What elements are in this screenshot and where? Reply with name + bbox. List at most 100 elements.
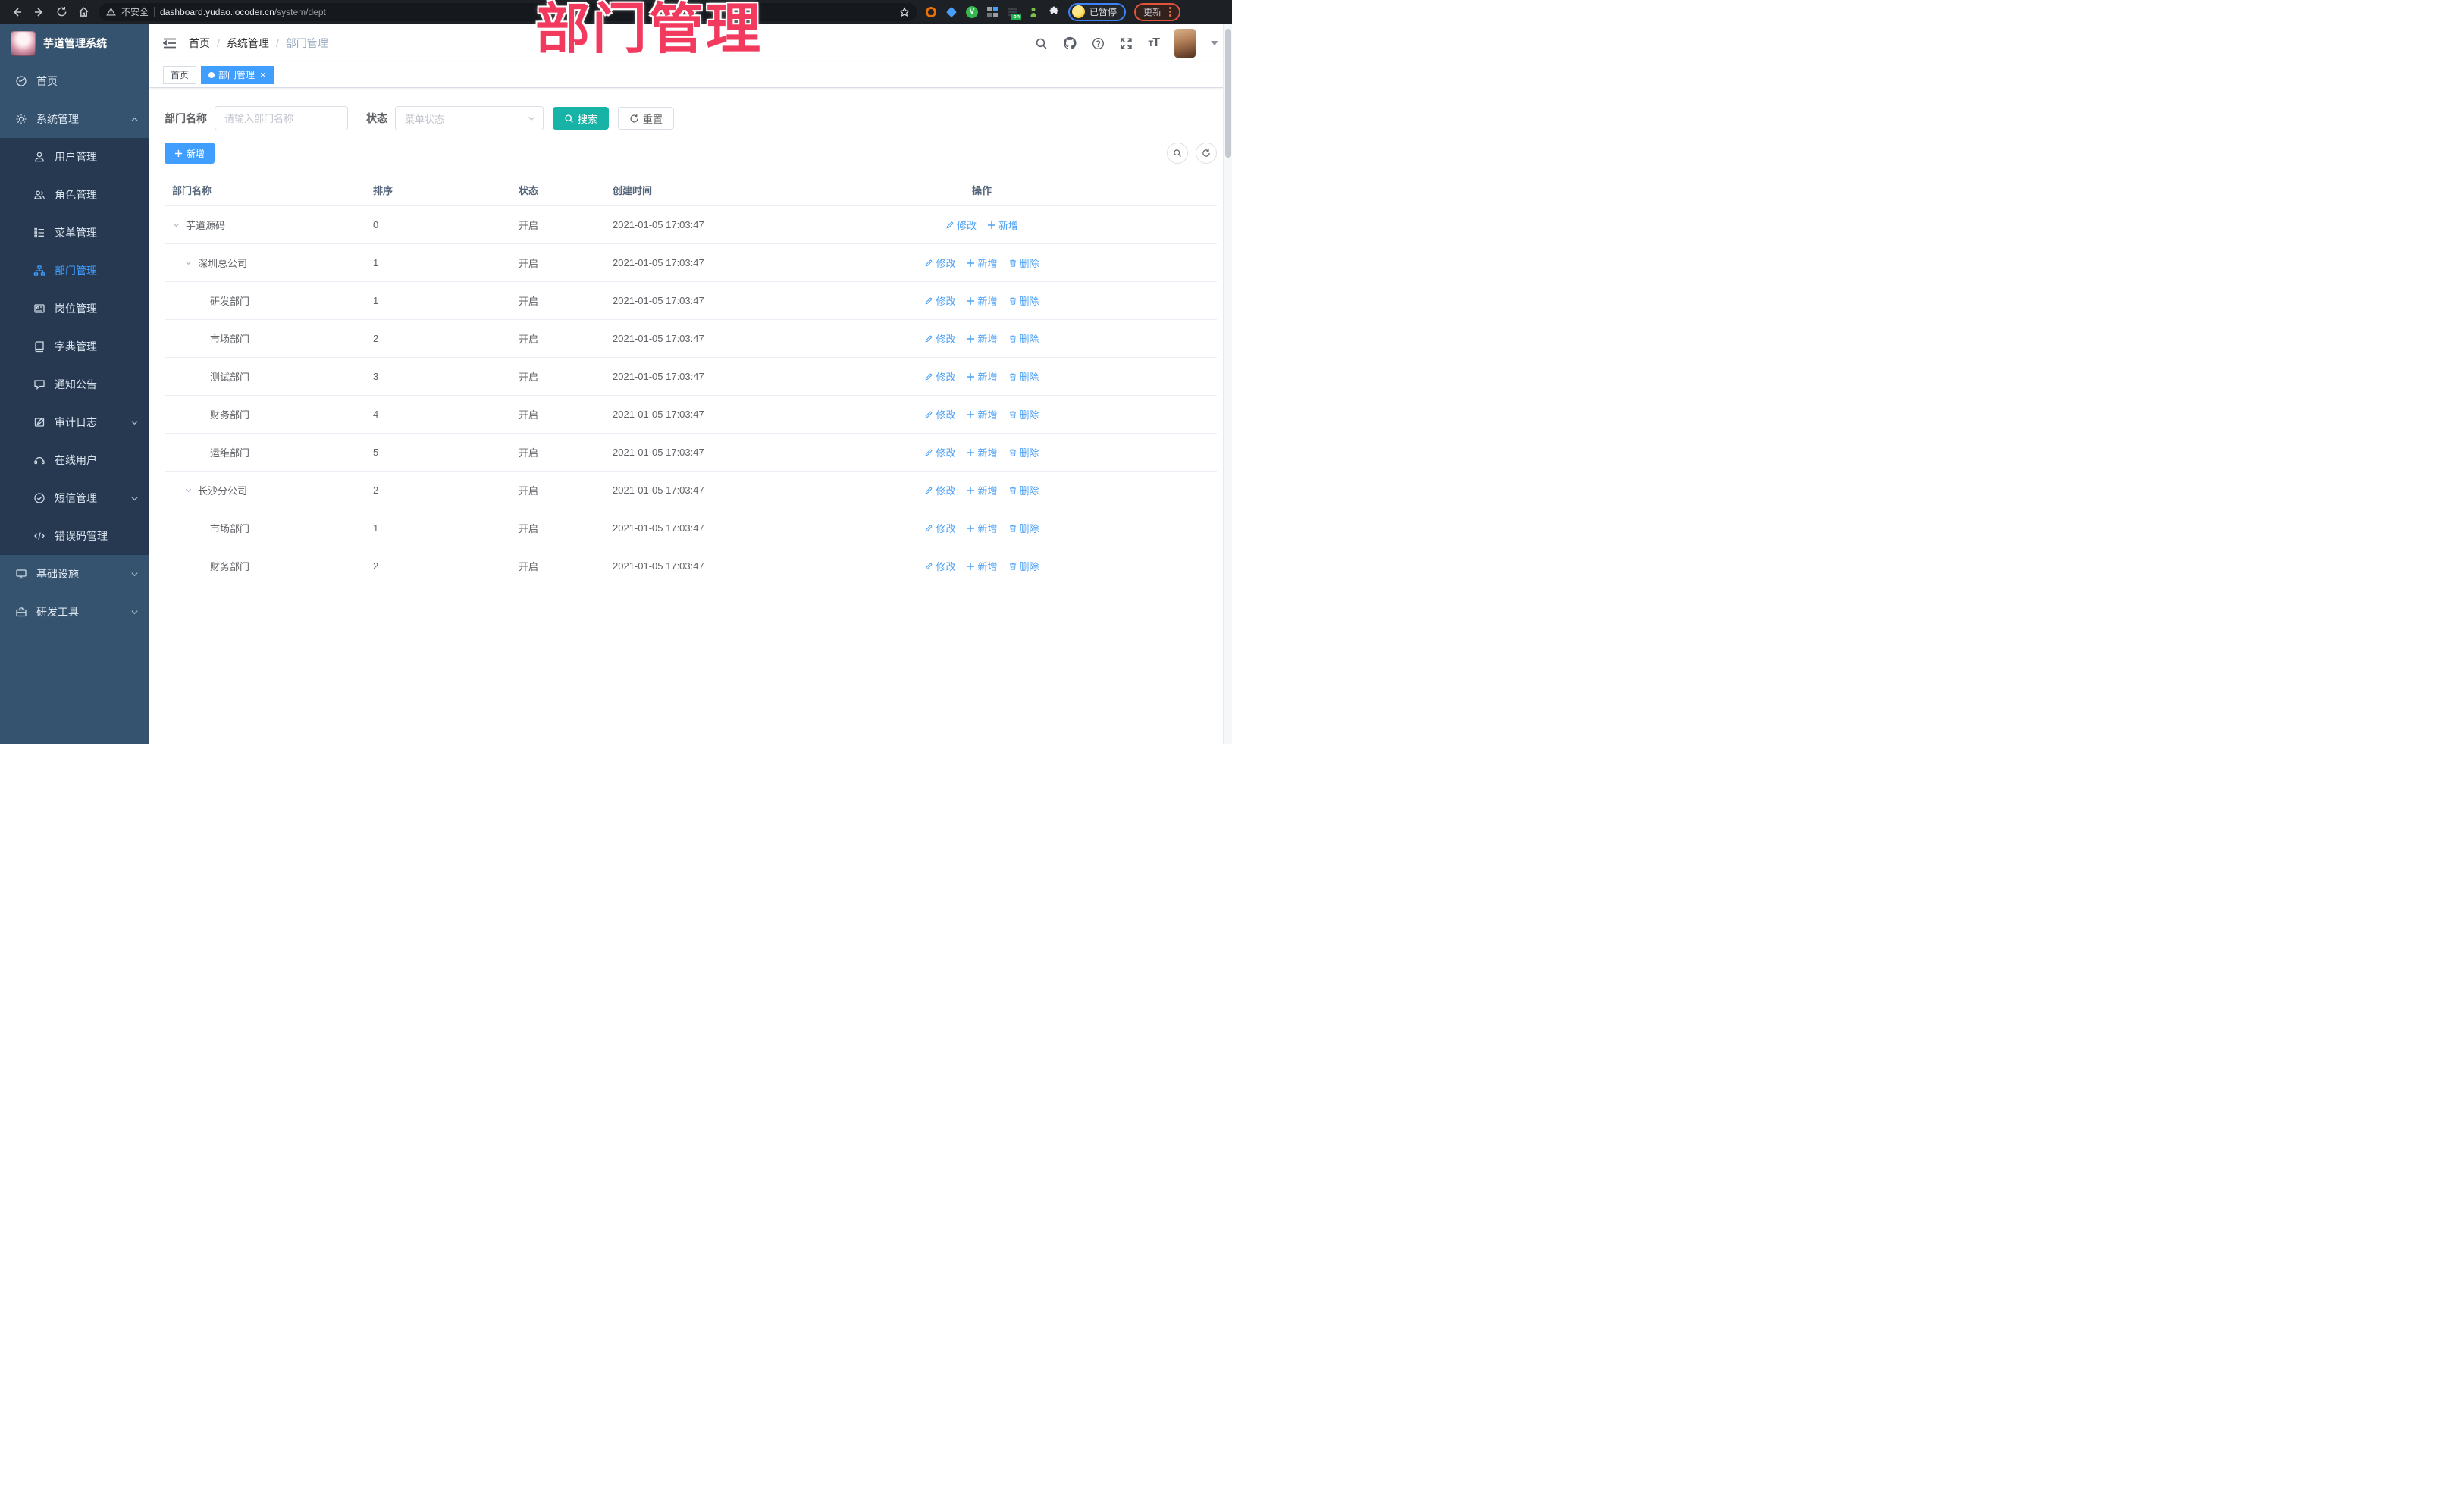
created-time-cell: 2021-01-05 17:03:47 [605, 433, 747, 472]
sort-cell: 0 [365, 205, 511, 244]
dev-tools-icon [15, 606, 27, 618]
extension-vue-devtools-icon[interactable]: V [966, 5, 978, 18]
created-time-cell: 2021-01-05 17:03:47 [605, 319, 747, 358]
tag-close-icon[interactable]: × [260, 70, 266, 80]
status-select[interactable]: 菜单状态 [395, 106, 544, 130]
extension-orange-icon[interactable] [925, 6, 937, 18]
sidebar-item-sms[interactable]: 短信管理 [0, 479, 149, 517]
modify-link[interactable]: 修改 [924, 293, 955, 308]
infrastructure-icon [15, 568, 27, 580]
delete-link[interactable]: 删除 [1008, 369, 1039, 384]
status-cell: 开启 [511, 243, 605, 282]
dept-name-input[interactable] [215, 106, 348, 130]
refresh-table-button[interactable] [1196, 143, 1217, 164]
extension-blue-icon[interactable] [945, 6, 958, 18]
sidebar-item-announcements[interactable]: 通知公告 [0, 365, 149, 403]
extensions-row: V on 已暂停 更新 [922, 2, 1183, 21]
delete-link[interactable]: 删除 [1008, 293, 1039, 308]
github-icon[interactable] [1063, 36, 1077, 50]
browser-profile-button[interactable]: 已暂停 [1068, 2, 1127, 21]
sidebar-item-error-codes[interactable]: 错误码管理 [0, 517, 149, 555]
sidebar-item-users[interactable]: 用户管理 [0, 138, 149, 176]
help-icon[interactable] [1092, 37, 1105, 50]
select-chevron-down-icon [527, 114, 536, 123]
add-child-link[interactable]: 新增 [966, 483, 998, 497]
add-child-link[interactable]: 新增 [966, 407, 998, 422]
breadcrumb: 首页 / 系统管理 / 部门管理 [189, 36, 328, 51]
add-child-link[interactable]: 新增 [966, 369, 998, 384]
modify-link[interactable]: 修改 [924, 407, 955, 422]
add-child-link[interactable]: 新增 [987, 218, 1018, 232]
tree-expand-icon[interactable] [184, 486, 195, 494]
browser-update-button[interactable]: 更新 [1134, 2, 1181, 21]
dept-name-cell: 市场部门 [210, 334, 250, 345]
delete-link[interactable]: 删除 [1008, 255, 1039, 270]
add-button[interactable]: 新增 [165, 143, 215, 164]
extension-green-figure-icon[interactable] [1027, 6, 1039, 18]
add-child-link[interactable]: 新增 [966, 445, 998, 459]
profile-label: 已暂停 [1089, 7, 1118, 17]
modify-link[interactable]: 修改 [924, 255, 955, 270]
sidebar-item-online-users[interactable]: 在线用户 [0, 441, 149, 479]
browser-back-icon[interactable] [11, 6, 23, 18]
modify-link[interactable]: 修改 [924, 559, 955, 573]
sidebar-item-system[interactable]: 系统管理 [0, 100, 149, 138]
breadcrumb-system[interactable]: 系统管理 [227, 36, 269, 51]
tag-departments[interactable]: 部门管理 × [201, 65, 274, 84]
extension-grid-icon[interactable] [986, 6, 998, 18]
search-button[interactable]: 搜索 [553, 107, 610, 130]
sidebar-item-posts[interactable]: 岗位管理 [0, 290, 149, 328]
sidebar-item-audit-log[interactable]: 审计日志 [0, 403, 149, 441]
add-child-link[interactable]: 新增 [966, 255, 998, 270]
breadcrumb-home[interactable]: 首页 [189, 36, 210, 51]
browser-reload-icon[interactable] [56, 6, 67, 17]
modify-link[interactable]: 修改 [924, 521, 955, 535]
delete-link[interactable]: 删除 [1008, 407, 1039, 422]
sidebar-item-home[interactable]: 首页 [0, 62, 149, 100]
bookmark-star-icon[interactable] [899, 6, 910, 17]
extension-switchyomega-icon[interactable]: on [1007, 6, 1021, 20]
modify-link[interactable]: 修改 [924, 445, 955, 459]
sidebar-item-departments[interactable]: 部门管理 [0, 252, 149, 290]
fullscreen-icon[interactable] [1120, 37, 1133, 50]
sidebar-item-roles[interactable]: 角色管理 [0, 176, 149, 214]
toggle-search-button[interactable] [1167, 143, 1188, 164]
modify-link[interactable]: 修改 [945, 218, 977, 232]
address-bar[interactable]: 不安全 dashboard.yudao.iocoder.cn/system/de… [99, 2, 917, 21]
header-search-icon[interactable] [1035, 37, 1048, 50]
add-child-link[interactable]: 新增 [966, 293, 998, 308]
reset-button[interactable]: 重置 [618, 107, 675, 130]
browser-home-icon[interactable] [78, 6, 89, 17]
sidebar-item-dictionary[interactable]: 字典管理 [0, 328, 149, 365]
status-cell: 开启 [511, 357, 605, 396]
delete-link[interactable]: 删除 [1008, 521, 1039, 535]
extensions-puzzle-icon[interactable] [1048, 6, 1060, 18]
delete-link[interactable]: 删除 [1008, 483, 1039, 497]
browser-menu-kebab-icon[interactable] [1169, 7, 1172, 17]
tag-home[interactable]: 首页 [163, 65, 197, 84]
avatar-caret-icon[interactable] [1211, 41, 1218, 45]
table-row: 研发部门 1 开启 2021-01-05 17:03:47 修改 新增 删除 [165, 281, 1217, 320]
id-badge-icon [33, 303, 45, 315]
scrollbar-thumb[interactable] [1225, 29, 1231, 158]
modify-link[interactable]: 修改 [924, 483, 955, 497]
add-child-link[interactable]: 新增 [966, 559, 998, 573]
modify-link[interactable]: 修改 [924, 369, 955, 384]
add-child-link[interactable]: 新增 [966, 331, 998, 346]
delete-link[interactable]: 删除 [1008, 559, 1039, 573]
sidebar-item-infrastructure[interactable]: 基础设施 [0, 555, 149, 593]
tree-expand-icon[interactable] [184, 259, 195, 267]
sidebar-item-menus[interactable]: 菜单管理 [0, 214, 149, 252]
user-avatar[interactable] [1174, 29, 1196, 58]
app-logo-row[interactable]: 芋道管理系统 [0, 24, 149, 62]
browser-forward-icon[interactable] [33, 6, 45, 18]
sidebar-toggle-icon[interactable] [163, 37, 177, 49]
modify-link[interactable]: 修改 [924, 331, 955, 346]
sidebar-item-dev-tools[interactable]: 研发工具 [0, 593, 149, 631]
delete-link[interactable]: 删除 [1008, 331, 1039, 346]
tree-expand-icon[interactable] [172, 221, 183, 229]
font-size-icon[interactable]: TT [1148, 36, 1159, 50]
add-child-link[interactable]: 新增 [966, 521, 998, 535]
delete-link[interactable]: 删除 [1008, 445, 1039, 459]
navbar: 首页 / 系统管理 / 部门管理 TT [149, 24, 1232, 62]
